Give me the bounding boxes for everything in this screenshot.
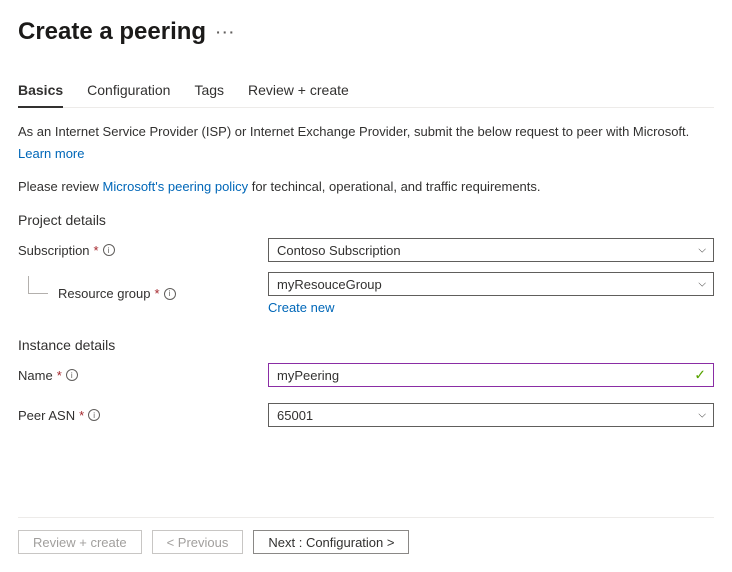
description-block: As an Internet Service Provider (ISP) or… <box>18 122 714 161</box>
info-icon[interactable]: i <box>164 288 176 300</box>
project-details-heading: Project details <box>18 212 714 228</box>
subscription-label: Subscription <box>18 243 90 258</box>
name-row: Name * i ✓ <box>18 363 714 387</box>
learn-more-link[interactable]: Learn more <box>18 146 84 161</box>
info-icon[interactable]: i <box>66 369 78 381</box>
required-indicator: * <box>79 408 84 423</box>
required-indicator: * <box>155 286 160 301</box>
tabs-container: Basics Configuration Tags Review + creat… <box>18 74 714 108</box>
tab-tags[interactable]: Tags <box>194 74 224 108</box>
name-label: Name <box>18 368 53 383</box>
description-text-1: As an Internet Service Provider (ISP) or… <box>18 122 714 142</box>
policy-pre: Please review <box>18 179 103 194</box>
more-icon[interactable]: ··· <box>216 24 236 40</box>
page-title-text: Create a peering <box>18 18 206 46</box>
tab-configuration[interactable]: Configuration <box>87 74 170 108</box>
subscription-row: Subscription * i ⌵ <box>18 238 714 262</box>
name-input[interactable] <box>268 363 714 387</box>
resource-group-label-col: Resource group * i <box>18 286 268 301</box>
create-new-link[interactable]: Create new <box>268 300 714 315</box>
resource-group-row: Resource group * i ⌵ Create new <box>18 272 714 315</box>
footer-buttons: Review + create < Previous Next : Config… <box>18 517 714 554</box>
description-text-2: Please review Microsoft's peering policy… <box>18 177 714 197</box>
peer-asn-label: Peer ASN <box>18 408 75 423</box>
subscription-select[interactable] <box>268 238 714 262</box>
next-button[interactable]: Next : Configuration > <box>253 530 409 554</box>
info-icon[interactable]: i <box>88 409 100 421</box>
peer-asn-label-col: Peer ASN * i <box>18 408 268 423</box>
name-label-col: Name * i <box>18 368 268 383</box>
subscription-label-col: Subscription * i <box>18 243 268 258</box>
tab-basics[interactable]: Basics <box>18 74 63 108</box>
required-indicator: * <box>94 243 99 258</box>
peering-policy-link[interactable]: Microsoft's peering policy <box>103 179 249 194</box>
tab-review-create[interactable]: Review + create <box>248 74 349 108</box>
page-title: Create a peering ··· <box>18 18 714 46</box>
previous-button: < Previous <box>152 530 244 554</box>
policy-post: for techincal, operational, and traffic … <box>248 179 540 194</box>
review-create-button: Review + create <box>18 530 142 554</box>
instance-details-heading: Instance details <box>18 337 714 353</box>
peer-asn-select[interactable] <box>268 403 714 427</box>
peer-asn-row: Peer ASN * i ⌵ <box>18 403 714 427</box>
required-indicator: * <box>57 368 62 383</box>
info-icon[interactable]: i <box>103 244 115 256</box>
resource-group-select[interactable] <box>268 272 714 296</box>
indent-line <box>28 276 48 294</box>
resource-group-label: Resource group <box>58 286 151 301</box>
